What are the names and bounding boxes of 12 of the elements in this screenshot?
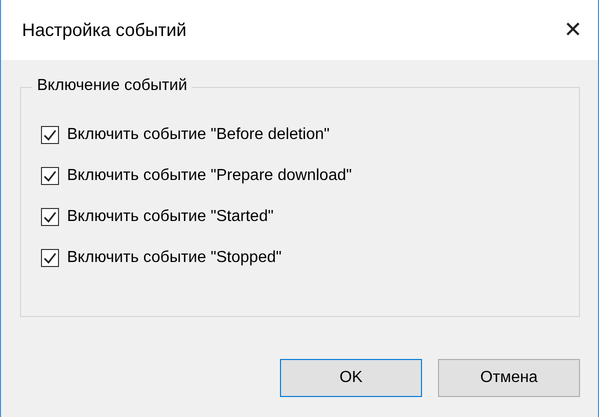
checkbox[interactable] — [41, 167, 59, 185]
dialog-button[interactable]: OK — [280, 359, 422, 397]
checkbox-label: Включить событие "Started" — [67, 208, 274, 226]
checkbox-label: Включить событие "Before deletion" — [67, 126, 330, 144]
checkbox[interactable] — [41, 249, 59, 267]
checkbox-label: Включить событие "Prepare download" — [67, 167, 352, 185]
checkbox[interactable] — [41, 126, 59, 144]
checkbox-label: Включить событие "Stopped" — [67, 249, 282, 267]
checkbox[interactable] — [41, 208, 59, 226]
dialog-button[interactable]: Отмена — [438, 359, 580, 397]
close-button[interactable]: ✕ — [548, 8, 598, 52]
window-title: Настройка событий — [22, 20, 186, 40]
